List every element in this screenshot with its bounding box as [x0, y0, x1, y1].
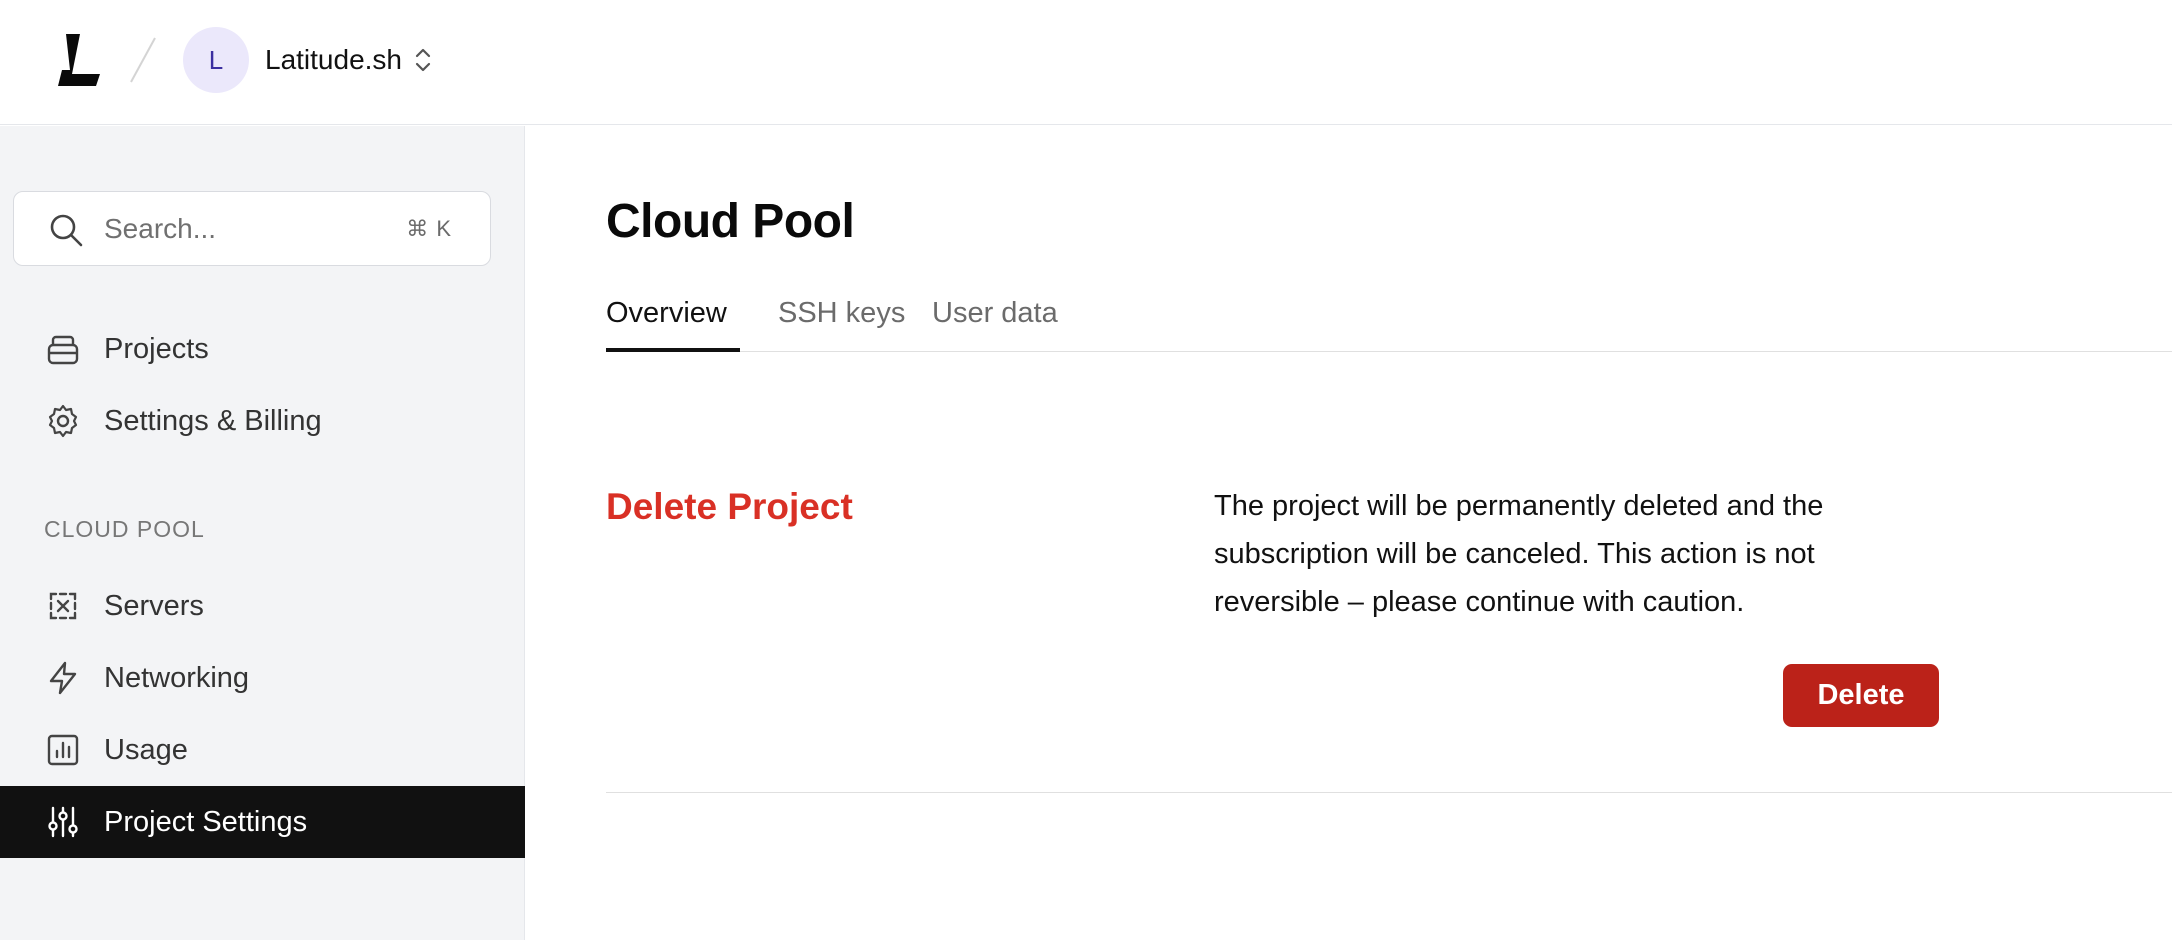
- sidebar-item-networking[interactable]: Networking: [0, 642, 525, 714]
- org-switcher[interactable]: L Latitude.sh: [183, 27, 432, 93]
- sidebar-item-usage[interactable]: Usage: [0, 714, 525, 786]
- tab-user-data[interactable]: User data: [932, 289, 1058, 352]
- org-name: Latitude.sh: [265, 44, 402, 75]
- sidebar-item-servers[interactable]: Servers: [0, 570, 525, 642]
- latitude-logo-icon[interactable]: [56, 34, 106, 86]
- search-input[interactable]: [104, 204, 394, 254]
- sliders-icon: [48, 806, 78, 838]
- section-label-cloud-pool: CLOUD POOL: [44, 516, 205, 542]
- sidebar-item-label: Networking: [104, 661, 250, 694]
- tab-bar: Overview SSH keys User data: [606, 289, 2172, 352]
- chevron-up-down-icon: [415, 48, 431, 72]
- search-shortcut: ⌘ K: [406, 216, 452, 241]
- section-divider: [606, 792, 2172, 793]
- lightning-icon: [49, 661, 77, 695]
- breadcrumb-separator-icon: [130, 37, 156, 83]
- delete-button[interactable]: Delete: [1783, 664, 1939, 727]
- gear-icon: [48, 404, 78, 438]
- sidebar-item-projects[interactable]: Projects: [0, 313, 525, 385]
- tab-overview[interactable]: Overview: [606, 289, 740, 352]
- org-avatar: L: [183, 27, 249, 93]
- servers-icon: [49, 592, 77, 620]
- sidebar-item-settings-billing[interactable]: Settings & Billing: [0, 385, 525, 457]
- search-box[interactable]: ⌘ K: [13, 191, 491, 266]
- sidebar-item-label: Settings & Billing: [104, 404, 322, 437]
- page-title: Cloud Pool: [606, 195, 855, 248]
- sidebar-item-label: Projects: [104, 332, 209, 365]
- sidebar-item-project-settings[interactable]: Project Settings: [0, 786, 525, 858]
- delete-project-heading: Delete Project: [606, 486, 853, 527]
- tab-ssh-keys[interactable]: SSH keys: [778, 289, 905, 352]
- top-bar: L Latitude.sh: [0, 0, 2172, 125]
- delete-project-description: The project will be permanently deleted …: [1214, 490, 1824, 618]
- bar-chart-icon: [47, 734, 79, 766]
- sidebar: ⌘ K Projects Settings & Billing CLOUD PO…: [0, 126, 525, 940]
- main-content: Cloud Pool Overview SSH keys User data D…: [526, 126, 2172, 940]
- sidebar-item-label: Project Settings: [104, 805, 308, 838]
- sidebar-item-label: Usage: [104, 733, 188, 766]
- search-icon: [50, 214, 83, 247]
- projects-icon: [47, 335, 79, 365]
- sidebar-item-label: Servers: [104, 589, 204, 622]
